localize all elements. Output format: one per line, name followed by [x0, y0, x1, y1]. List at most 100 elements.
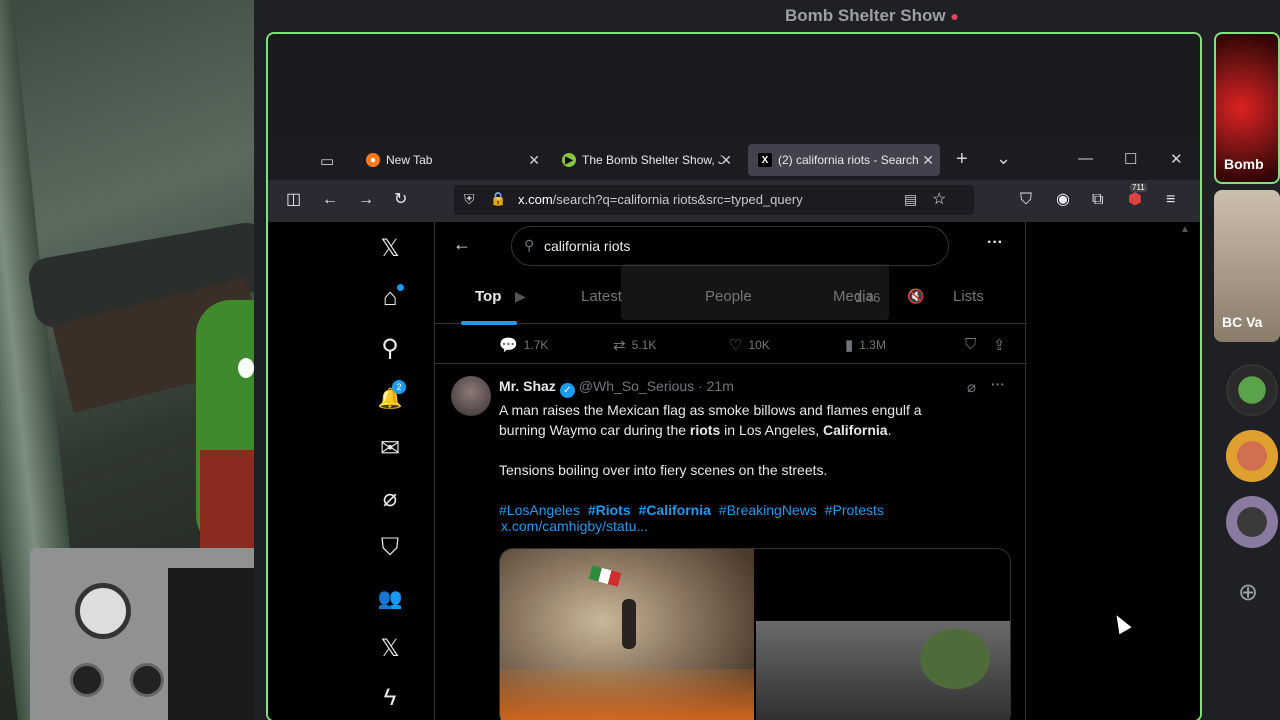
play-overlay-icon: ▶	[515, 288, 526, 304]
hashtag-link[interactable]: #LosAngeles	[499, 502, 580, 518]
lightning-glyph: ϟ	[383, 684, 397, 711]
close-tab-icon[interactable]: ✕	[528, 152, 540, 169]
grok-icon[interactable]: ⌀	[368, 478, 412, 518]
author-name[interactable]: Mr. Shaz	[499, 378, 556, 394]
back-icon[interactable]: ←	[322, 191, 338, 209]
reply-icon: 💬	[499, 337, 518, 354]
close-window-button[interactable]: ✕	[1170, 150, 1183, 168]
frog-eye	[238, 358, 254, 378]
nav-toolbar: ◫ ← → ↻ ⛨ 🔒 x.com/search?q=california ri…	[268, 180, 1200, 222]
address-bar[interactable]: ⛨ 🔒 x.com/search?q=california riots&src=…	[454, 185, 974, 215]
forward-icon[interactable]: →	[358, 191, 374, 209]
reload-icon[interactable]: ↻	[394, 191, 407, 209]
participant-avatar[interactable]	[1226, 496, 1278, 548]
search-input[interactable]: ⚲ california riots	[511, 226, 949, 266]
tracking-shield-icon[interactable]: ⛨	[464, 191, 475, 208]
rumble-play-icon: ▶	[562, 153, 576, 167]
extension-badge: 711	[1130, 183, 1147, 192]
firefox-view-icon[interactable]: ▭	[320, 152, 334, 170]
reply-count[interactable]: 💬 1.7K	[499, 336, 548, 354]
tweet-line: A man raises the Mexican flag as smoke b…	[499, 402, 922, 418]
participant-avatar[interactable]	[1226, 430, 1278, 482]
firefox-icon: ●	[366, 153, 380, 167]
add-person-icon[interactable]: ⊕	[1238, 578, 1258, 607]
scrollbar-up-arrow[interactable]: ▲	[1180, 224, 1190, 235]
envelope-glyph: ✉	[379, 434, 401, 462]
share-icon[interactable]: ⇪	[993, 336, 1006, 354]
live-indicator-icon: ●	[950, 8, 959, 24]
bookmarks-icon[interactable]: ⛉	[368, 528, 412, 568]
app-menu-icon[interactable]: ≡	[1166, 191, 1175, 209]
participant-tile[interactable]: BC Va	[1214, 190, 1280, 342]
ublock-icon[interactable]: ⬢	[1128, 191, 1142, 209]
tab-lists[interactable]: Lists	[953, 288, 984, 305]
tweet-link[interactable]: x.com/camhigby/statu...	[501, 518, 648, 534]
sidebar-toggle-icon[interactable]: ◫	[286, 191, 301, 209]
hashtag-link[interactable]: #BreakingNews	[719, 502, 817, 518]
hashtag-link[interactable]: #Protests	[825, 502, 884, 518]
participant-name: BC Va	[1222, 314, 1263, 330]
tweet-text-paragraph-1: A man raises the Mexican flag as smoke b…	[499, 400, 999, 440]
avatar[interactable]	[451, 376, 491, 416]
account-icon[interactable]: ◉	[1056, 191, 1070, 209]
lock-icon[interactable]: 🔒	[490, 191, 506, 207]
bookmark-icon[interactable]: ⛉	[965, 336, 976, 353]
highlight-riots: riots	[689, 422, 721, 438]
firefox-window: ▭ ● New Tab ✕ ▶ The Bomb Shelter Show, J…	[268, 142, 1200, 720]
tab-latest[interactable]: Latest	[581, 288, 622, 305]
frog-shirt	[200, 450, 254, 550]
maximize-button[interactable]: ☐	[1124, 150, 1137, 168]
notification-badge: 2	[392, 380, 406, 394]
x-logo-glyph: 𝕏	[380, 234, 400, 262]
reader-view-icon[interactable]: ▤	[904, 191, 917, 208]
tweet-line: burning Waymo car during the riots in Lo…	[499, 420, 999, 440]
tweet-more-icon[interactable]: ···	[991, 376, 1005, 392]
close-tab-icon[interactable]: ✕	[922, 152, 934, 169]
tweet-media[interactable]	[499, 548, 1011, 720]
hashtag-link[interactable]: #Riots	[588, 502, 631, 518]
tab-bomb-shelter-show[interactable]: ▶ The Bomb Shelter Show, J ✕	[552, 144, 738, 176]
url-text[interactable]: x.com/search?q=california riots&src=type…	[518, 192, 803, 207]
reply-count-text: 1.7K	[523, 338, 549, 352]
view-count[interactable]: ▮ 1.3M	[845, 336, 886, 354]
back-arrow-icon[interactable]: ←	[453, 234, 471, 255]
x-logo-icon[interactable]: 𝕏	[368, 228, 412, 268]
grok-explain-icon[interactable]: ⌀	[967, 378, 976, 396]
tab-new-tab[interactable]: ● New Tab ✕	[356, 144, 546, 176]
premium-glyph: 𝕏	[380, 634, 400, 662]
tweet-hashtags: #LosAngeles #Riots #California #Breaking…	[499, 500, 999, 520]
verified-orgs-icon[interactable]: ϟ	[368, 678, 412, 718]
verified-badge-icon: ✓	[559, 383, 575, 398]
hashtag-link[interactable]: #California	[639, 502, 711, 518]
explore-icon[interactable]: ⚲	[368, 328, 412, 368]
previous-tweet-actions: 💬 1.7K ⇄ 5.1K ♡ 10K ▮ 1.3M ⛉ ⇪	[435, 324, 1027, 364]
tab-california-riots[interactable]: X (2) california riots - Search ✕	[748, 144, 940, 176]
close-tab-icon[interactable]: ✕	[720, 152, 732, 169]
explore-glyph: ⚲	[381, 334, 399, 362]
repost-count[interactable]: ⇄ 5.1K	[613, 336, 656, 354]
pocket-icon[interactable]: ⛉	[1020, 191, 1032, 209]
more-options-icon[interactable]: ···	[987, 234, 1003, 252]
mute-icon: 🔇	[907, 288, 925, 304]
extensions-icon[interactable]: ⧉	[1092, 191, 1103, 209]
url-path: /search?q=california riots&src=typed_que…	[552, 192, 803, 207]
tab-people[interactable]: People	[705, 288, 752, 305]
participant-avatar[interactable]	[1226, 364, 1278, 416]
messages-icon[interactable]: ✉	[368, 428, 412, 468]
notifications-icon[interactable]: 🔔 2	[368, 378, 412, 418]
new-tab-button[interactable]: +	[956, 148, 968, 171]
tweet[interactable]: Mr. Shaz ✓ @Wh_So_Serious · 21m ⌀ ··· A ma…	[435, 364, 1027, 720]
premium-icon[interactable]: 𝕏	[368, 628, 412, 668]
like-count[interactable]: ♡ 10K	[729, 336, 770, 354]
tab-list-chevron-icon[interactable]: ⌄	[996, 148, 1011, 169]
tab-top[interactable]: Top	[475, 288, 501, 305]
author-handle[interactable]: @Wh_So_Serious · 21m	[579, 378, 734, 394]
bookmark-glyph: ⛉	[965, 336, 977, 353]
communities-icon[interactable]: 👥	[368, 578, 412, 618]
unread-dot	[397, 284, 404, 291]
tab-bar: ▭ ● New Tab ✕ ▶ The Bomb Shelter Show, J…	[268, 142, 1200, 180]
home-icon[interactable]: ⌂	[368, 278, 412, 318]
bookmark-star-icon[interactable]: ☆	[932, 189, 946, 209]
participant-tile-active[interactable]: Bomb	[1214, 32, 1280, 184]
minimize-button[interactable]: —	[1078, 150, 1093, 167]
